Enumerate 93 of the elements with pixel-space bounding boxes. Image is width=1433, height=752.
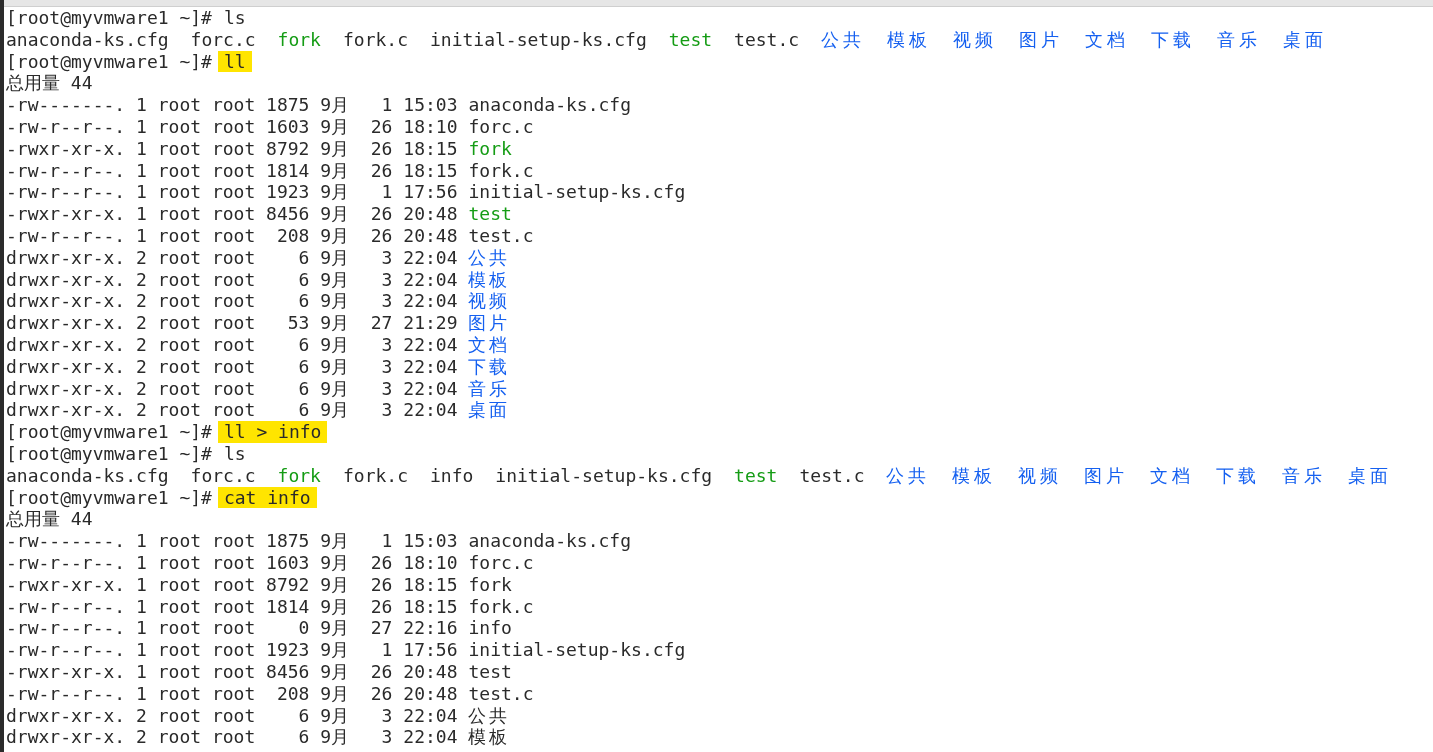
highlighted-command: cat info: [217, 486, 317, 509]
file-details: drwxr-xr-x. 2 root root 6 9月 3 22:04: [6, 377, 458, 400]
file-name: 桌面: [1348, 464, 1393, 487]
file-name: 公共: [468, 704, 511, 727]
file-name: 公共: [821, 28, 866, 51]
file-name: info: [468, 617, 512, 640]
file-name: forc.c: [190, 464, 256, 487]
file-details: -rw-r--r--. 1 root root 1603 9月 26 18:10: [6, 116, 458, 138]
file-details: -rwxr-xr-x. 1 root root 8792 9月 26 18:15: [6, 573, 458, 596]
file-name: test: [668, 28, 713, 51]
file-name: fork: [468, 573, 512, 596]
file-name: anaconda-ks.cfg: [468, 94, 632, 116]
file-details: drwxr-xr-x. 2 root root 6 9月 3 22:04: [6, 355, 458, 378]
file-name: anaconda-ks.cfg: [6, 464, 169, 487]
file-details: -rw-r--r--. 1 root root 208 9月 26 20:48: [6, 682, 458, 705]
file-name: 桌面: [1283, 28, 1328, 51]
file-name: 音乐: [1217, 28, 1262, 51]
file-name: fork.c: [342, 28, 408, 51]
file-name: 模板: [887, 28, 932, 51]
file-name: initial-setup-ks.cfg: [495, 464, 713, 487]
file-details: -rw-r--r--. 1 root root 1923 9月 1 17:56: [6, 639, 458, 661]
file-name: anaconda-ks.cfg: [468, 530, 632, 552]
highlighted-command: ll > info: [217, 421, 328, 443]
file-name: 音乐: [468, 377, 511, 400]
file-details: -rw-------. 1 root root 1875 9月 1 15:03: [6, 530, 458, 552]
file-name: 图片: [468, 312, 511, 334]
output-text: 总用量 44: [6, 72, 93, 95]
file-name: test: [468, 203, 512, 225]
output-text: 总用量 44: [6, 508, 93, 531]
file-details: -rw-r--r--. 1 root root 1814 9月 26 18:15: [6, 159, 458, 182]
file-name: 图片: [1019, 28, 1064, 51]
file-details: -rw-r--r--. 1 root root 0 9月 27 22:16: [6, 617, 458, 640]
file-details: drwxr-xr-x. 2 root root 6 9月 3 22:04: [6, 246, 458, 269]
file-details: drwxr-xr-x. 2 root root 53 9月 27 21:29: [6, 312, 458, 334]
file-name: test: [734, 464, 778, 487]
file-name: fork: [277, 464, 321, 487]
file-name: forc.c: [468, 116, 534, 138]
file-details: drwxr-xr-x. 2 root root 6 9月 3 22:04: [6, 726, 458, 749]
file-name: 文档: [1085, 28, 1130, 51]
file-details: drwxr-xr-x. 2 root root 6 9月 3 22:04: [6, 268, 458, 291]
file-details: -rw-r--r--. 1 root root 208 9月 26 20:48: [6, 224, 458, 247]
file-name: 文档: [1150, 464, 1195, 487]
file-details: drwxr-xr-x. 2 root root 6 9月 3 22:04: [6, 704, 458, 727]
file-name: 视频: [953, 28, 998, 51]
shell-prompt: [root@myvmware1 ~]#: [6, 50, 212, 73]
file-name: 模板: [952, 464, 997, 487]
file-name: test.c: [734, 28, 800, 51]
file-name: anaconda-ks.cfg: [6, 28, 169, 51]
file-name: 文档: [468, 333, 511, 356]
file-name: 模板: [468, 268, 511, 291]
file-name: 视频: [468, 290, 511, 313]
shell-prompt: [root@myvmware1 ~]#: [6, 421, 212, 443]
file-details: drwxr-xr-x. 2 root root 6 9月 3 22:04: [6, 290, 458, 313]
command-text: ls: [222, 7, 247, 29]
file-details: drwxr-xr-x. 2 root root 6 9月 3 22:04: [6, 399, 458, 422]
highlighted-command: ll: [217, 50, 252, 73]
file-name: 公共: [886, 464, 931, 487]
file-name: 模板: [468, 726, 511, 749]
file-name: test.c: [468, 224, 534, 247]
file-name: forc.c: [468, 551, 534, 574]
file-details: -rwxr-xr-x. 1 root root 8792 9月 26 18:15: [6, 137, 458, 160]
file-name: test: [468, 660, 512, 683]
file-details: -rwxr-xr-x. 1 root root 8456 9月 26 20:48: [6, 660, 458, 683]
file-name: test.c: [468, 682, 534, 705]
file-name: info: [430, 464, 474, 487]
file-name: fork.c: [342, 464, 408, 487]
file-name: test.c: [799, 464, 865, 487]
shell-prompt: [root@myvmware1 ~]#: [6, 7, 212, 29]
file-name: fork.c: [468, 159, 534, 182]
file-name: fork: [277, 28, 321, 51]
command-text: ls: [222, 442, 247, 465]
file-name: fork.c: [468, 595, 534, 618]
file-name: 桌面: [468, 399, 511, 422]
file-name: 视频: [1018, 464, 1063, 487]
file-name: initial-setup-ks.cfg: [430, 28, 647, 51]
file-details: -rw-r--r--. 1 root root 1923 9月 1 17:56: [6, 181, 458, 204]
shell-prompt: [root@myvmware1 ~]#: [6, 442, 212, 465]
file-name: 公共: [468, 246, 511, 269]
file-name: 下载: [468, 355, 511, 378]
shell-prompt: [root@myvmware1 ~]#: [6, 486, 212, 509]
file-name: 下载: [1216, 464, 1261, 487]
file-details: -rw-------. 1 root root 1875 9月 1 15:03: [6, 94, 458, 116]
file-name: 下载: [1151, 28, 1196, 51]
file-details: -rw-r--r--. 1 root root 1603 9月 26 18:10: [6, 551, 458, 574]
file-name: forc.c: [190, 28, 256, 51]
file-name: fork: [468, 137, 512, 160]
file-details: drwxr-xr-x. 2 root root 6 9月 3 22:04: [6, 333, 458, 356]
file-name: 图片: [1084, 464, 1129, 487]
file-details: -rwxr-xr-x. 1 root root 8456 9月 26 20:48: [6, 203, 458, 225]
file-name: 音乐: [1282, 464, 1327, 487]
file-name: initial-setup-ks.cfg: [468, 639, 686, 661]
file-details: -rw-r--r--. 1 root root 1814 9月 26 18:15: [6, 595, 458, 618]
file-name: initial-setup-ks.cfg: [468, 181, 686, 204]
